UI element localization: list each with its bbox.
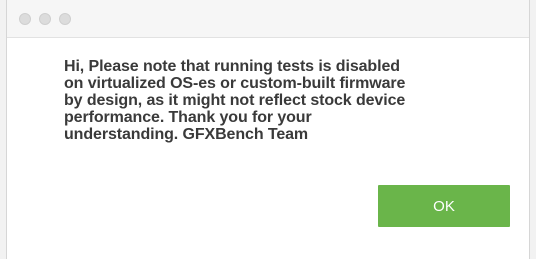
zoom-button[interactable] (59, 13, 71, 25)
close-button[interactable] (19, 13, 31, 25)
dialog-message: Hi, Please note that running tests is di… (64, 58, 406, 143)
title-bar (7, 0, 529, 38)
dialog-window: Hi, Please note that running tests is di… (6, 0, 530, 259)
ok-button[interactable]: OK (378, 185, 510, 227)
minimize-button[interactable] (39, 13, 51, 25)
